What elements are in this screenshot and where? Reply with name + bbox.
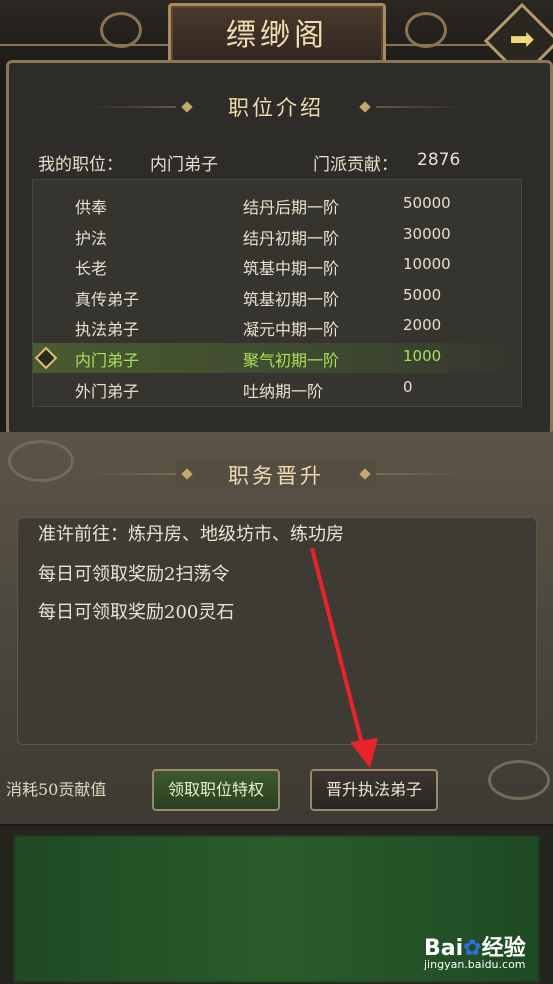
rank-name: 护法 — [75, 229, 108, 248]
rank-row[interactable]: 长老 筑基中期一阶 10000 — [33, 251, 521, 281]
cost-text: 消耗50贡献值 — [6, 780, 107, 799]
privilege-line: 每日可领取奖励200灵石 — [38, 602, 235, 623]
rank-name: 内门弟子 — [75, 351, 140, 370]
rank-row-selected[interactable]: 内门弟子 聚气初期一阶 1000 — [33, 343, 521, 373]
rank-realm: 凝元中期一阶 — [243, 320, 340, 339]
position-intro-title: 职位介绍 — [176, 92, 376, 122]
baidu-watermark: Bai✿经验 jingyan.baidu.com — [420, 926, 550, 976]
rank-name: 供奉 — [75, 198, 108, 217]
my-position-label: 我的职位： — [38, 155, 123, 175]
rank-name: 外门弟子 — [75, 382, 140, 401]
rank-name: 长老 — [75, 259, 108, 278]
contribution-label: 门派贡献： — [313, 155, 398, 175]
rank-realm: 聚气初期一阶 — [243, 351, 340, 370]
privilege-line: 每日可领取奖励2扫荡令 — [38, 564, 230, 585]
rank-realm: 吐纳期一阶 — [243, 382, 324, 401]
rank-contribution: 0 — [403, 378, 413, 396]
rank-realm: 筑基初期一阶 — [243, 290, 340, 309]
rank-realm: 结丹初期一阶 — [243, 229, 340, 248]
cloud-ornament-left — [100, 12, 142, 48]
promotion-title: 职务晋升 — [176, 460, 376, 490]
claim-privilege-button[interactable]: 领取职位特权 — [152, 769, 280, 811]
rank-row[interactable]: 执法弟子 凝元中期一阶 2000 — [33, 312, 521, 342]
rank-contribution: 2000 — [403, 316, 442, 334]
watermark-url: jingyan.baidu.com — [424, 958, 526, 971]
rank-list: 供奉 结丹后期一阶 50000 护法 结丹初期一阶 30000 长老 筑基中期一… — [32, 179, 522, 407]
rank-name: 真传弟子 — [75, 290, 140, 309]
rank-contribution: 30000 — [403, 225, 451, 243]
cloud-ornament-right — [405, 12, 447, 48]
cloud-ornament-right — [488, 760, 550, 800]
rank-name: 执法弟子 — [75, 320, 140, 339]
rank-realm: 结丹后期一阶 — [243, 198, 340, 217]
header-line-left — [0, 44, 170, 46]
page-title: 缥缈阁 — [226, 18, 328, 53]
rank-contribution: 50000 — [403, 194, 451, 212]
rank-row[interactable]: 供奉 结丹后期一阶 50000 — [33, 190, 521, 220]
privileges-box — [17, 517, 537, 745]
rank-row[interactable]: 外门弟子 吐纳期一阶 0 — [33, 374, 521, 404]
rank-row[interactable]: 护法 结丹初期一阶 30000 — [33, 221, 521, 251]
rank-contribution: 1000 — [403, 347, 442, 365]
header-line-right — [380, 44, 500, 46]
rank-row[interactable]: 真传弟子 筑基初期一阶 5000 — [33, 282, 521, 312]
contribution-value: 2876 — [417, 150, 461, 170]
right-arrow-icon[interactable]: ➡ — [500, 22, 544, 57]
rank-contribution: 5000 — [403, 286, 442, 304]
rank-contribution: 10000 — [403, 255, 451, 273]
privilege-line: 准许前往：炼丹房、地级坊市、练功房 — [38, 524, 344, 545]
promote-button[interactable]: 晋升执法弟子 — [310, 769, 438, 811]
rank-realm: 筑基中期一阶 — [243, 259, 340, 278]
my-position-value: 内门弟子 — [150, 155, 218, 175]
cloud-ornament-left — [8, 440, 74, 482]
